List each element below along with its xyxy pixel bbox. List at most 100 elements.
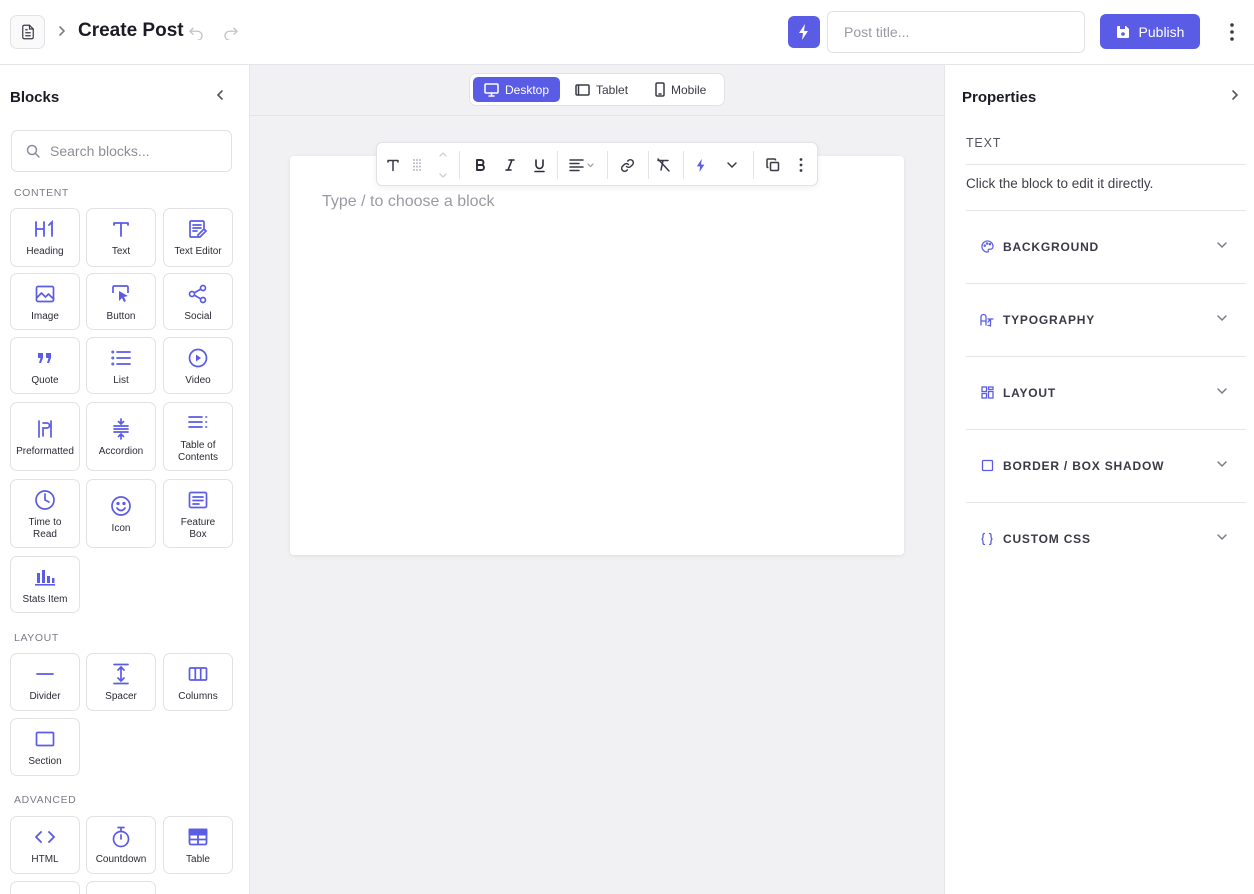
align-left-icon — [569, 159, 594, 172]
block-heading[interactable]: Heading — [10, 208, 80, 267]
accordion-custom-css[interactable]: CUSTOM CSS — [966, 502, 1246, 575]
accordion-border-box-shadow[interactable]: BORDER / BOX SHADOW — [966, 429, 1246, 502]
accordion-layout[interactable]: LAYOUT — [966, 356, 1246, 429]
blocks-panel: Blocks Search blocks... CONTENT Heading … — [0, 65, 250, 894]
block-text[interactable]: Text — [86, 208, 156, 267]
stopwatch-icon — [111, 826, 131, 848]
block-toolbar — [376, 142, 818, 186]
undo-button[interactable] — [187, 24, 205, 40]
block-stats-item[interactable]: Stats Item — [10, 556, 80, 613]
toolbar-separator — [557, 151, 558, 179]
chevron-left-icon — [216, 90, 223, 100]
canvas-header: Desktop Tablet Mobile — [250, 65, 944, 116]
device-tablet-button[interactable]: Tablet — [564, 77, 639, 102]
code-icon — [34, 826, 56, 848]
spacer-icon — [112, 663, 130, 685]
block-section[interactable]: Section — [10, 718, 80, 776]
duplicate-button[interactable] — [766, 155, 780, 175]
quote-icon — [37, 347, 53, 369]
section-label-layout: LAYOUT — [14, 632, 59, 644]
block-cutoff-1[interactable] — [10, 881, 80, 894]
clear-formatting-button[interactable] — [656, 155, 671, 175]
block-preformatted[interactable]: Preformatted — [10, 402, 80, 471]
document-icon — [21, 24, 34, 40]
block-text-editor[interactable]: Text Editor — [163, 208, 233, 267]
block-more-options-button[interactable] — [798, 155, 804, 175]
block-columns[interactable]: Columns — [163, 653, 233, 711]
toolbar-separator — [459, 151, 460, 179]
device-mobile-button[interactable]: Mobile — [644, 77, 717, 102]
properties-panel: Properties TEXT Click the block to edit … — [944, 65, 1254, 894]
page-title: Create Post — [78, 20, 184, 41]
ai-toolbar-button[interactable] — [696, 155, 706, 175]
table-icon — [188, 826, 208, 848]
section-icon — [35, 728, 55, 750]
toolbar-separator — [753, 151, 754, 179]
toolbar-separator — [607, 151, 608, 179]
block-type-button[interactable] — [386, 155, 400, 175]
stats-icon — [34, 566, 56, 588]
device-desktop-button[interactable]: Desktop — [473, 77, 561, 102]
link-button[interactable] — [620, 155, 635, 175]
more-options-button[interactable] — [1224, 21, 1240, 43]
block-cutoff-2[interactable] — [86, 881, 156, 894]
drag-handle[interactable] — [412, 155, 422, 175]
chevron-down-icon — [1216, 313, 1228, 323]
properties-hint: Click the block to edit it directly. — [966, 176, 1154, 191]
post-content-area[interactable]: Type / to choose a block — [290, 156, 904, 555]
search-placeholder: Search blocks... — [50, 143, 150, 159]
align-dropdown[interactable] — [569, 155, 595, 175]
clear-format-icon — [657, 158, 670, 172]
list-icon — [111, 347, 131, 369]
block-quote[interactable]: Quote — [10, 337, 80, 394]
block-table-of-contents[interactable]: Table of Contents — [163, 402, 233, 471]
move-up-down-button[interactable] — [438, 149, 448, 181]
undo-icon — [189, 27, 203, 40]
ai-dropdown-button[interactable] — [726, 155, 738, 175]
post-title-input[interactable] — [827, 11, 1085, 53]
device-switcher: Desktop Tablet Mobile — [469, 73, 725, 106]
toolbar-separator — [683, 151, 684, 179]
lightning-icon — [696, 158, 705, 172]
ai-assist-button[interactable] — [788, 16, 820, 48]
collapse-right-panel-button[interactable] — [1229, 88, 1241, 102]
underline-button[interactable] — [533, 155, 546, 175]
block-divider[interactable]: Divider — [10, 653, 80, 711]
border-icon — [980, 459, 994, 473]
block-icon[interactable]: Icon — [86, 479, 156, 548]
collapse-left-panel-button[interactable] — [214, 88, 226, 102]
accordion-background[interactable]: BACKGROUND — [966, 210, 1246, 283]
redo-button[interactable] — [222, 24, 240, 40]
block-countdown[interactable]: Countdown — [86, 816, 156, 874]
editor-canvas: Desktop Tablet Mobile Type / to choose a… — [250, 65, 944, 894]
bold-button[interactable] — [474, 155, 486, 175]
accordion-typography[interactable]: TYPOGRAPHY — [966, 283, 1246, 356]
properties-section-title: TEXT — [966, 136, 1002, 150]
publish-label: Publish — [1138, 23, 1185, 40]
blocks-panel-title: Blocks — [10, 89, 60, 106]
block-image[interactable]: Image — [10, 273, 80, 330]
italic-button[interactable] — [504, 155, 516, 175]
smiley-icon — [110, 495, 132, 517]
block-list[interactable]: List — [86, 337, 156, 394]
text-editor-icon — [188, 218, 208, 240]
block-social[interactable]: Social — [163, 273, 233, 330]
text-icon — [112, 218, 130, 240]
typography-icon — [980, 313, 994, 327]
block-accordion[interactable]: Accordion — [86, 402, 156, 471]
search-icon — [26, 144, 40, 158]
publish-button[interactable]: Publish — [1100, 14, 1200, 49]
accordion-icon — [112, 418, 130, 440]
block-video[interactable]: Video — [163, 337, 233, 394]
redo-icon — [224, 27, 238, 40]
content-placeholder: Type / to choose a block — [322, 193, 495, 210]
braces-icon — [980, 532, 994, 546]
document-menu-button[interactable] — [10, 15, 45, 49]
block-time-to-read[interactable]: Time to Read — [10, 479, 80, 548]
search-blocks-input[interactable]: Search blocks... — [11, 130, 232, 172]
block-table[interactable]: Table — [163, 816, 233, 874]
block-button[interactable]: Button — [86, 273, 156, 330]
block-html[interactable]: HTML — [10, 816, 80, 874]
block-spacer[interactable]: Spacer — [86, 653, 156, 711]
block-feature-box[interactable]: Feature Box — [163, 479, 233, 548]
